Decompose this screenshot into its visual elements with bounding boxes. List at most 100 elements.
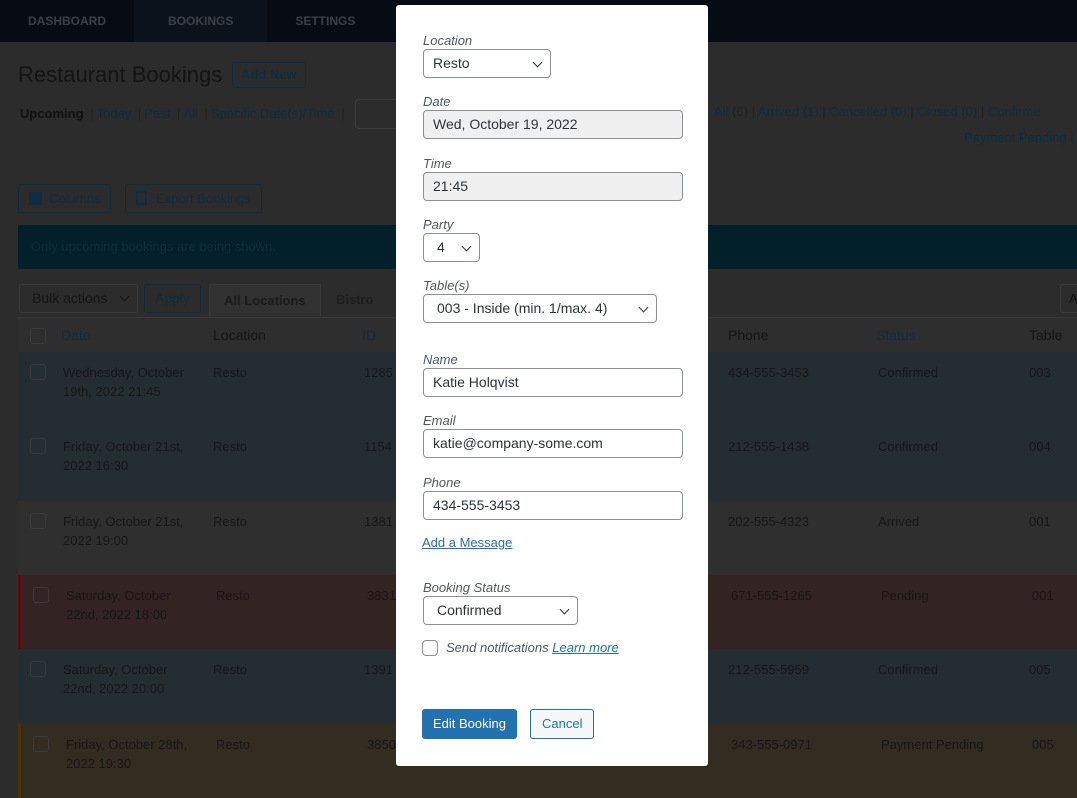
filter-today[interactable]: Today [97, 106, 132, 121]
email-input[interactable]: katie@company-some.com [423, 429, 683, 458]
tab-all-locations[interactable]: All Locations [209, 284, 321, 316]
nav-dashboard[interactable]: DASHBOARD [0, 0, 134, 42]
chevron-down-icon [559, 604, 570, 615]
cell-status: Payment Pending [881, 736, 984, 752]
cell-id: 1285 [364, 365, 393, 380]
status-filter-count: (0) [890, 104, 907, 119]
cell-table: 005 [1029, 662, 1051, 678]
status-filter-closed[interactable]: Closed (0) [917, 104, 977, 119]
booking-status-value: Confirmed [437, 602, 502, 618]
booking-status-select[interactable]: Confirmed [423, 596, 578, 625]
email-label: Email [423, 413, 456, 428]
status-filter-count: (0) [961, 104, 978, 119]
status-filters: All (6) | Arrived (1) | Cancelled (0) | … [714, 104, 1041, 119]
status-filter-arrived[interactable]: Arrived (1) [758, 104, 819, 119]
header-phone: Phone [728, 327, 769, 343]
header-location: Location [213, 327, 266, 343]
page-title: Restaurant Bookings [18, 62, 223, 87]
cell-date: Wednesday, October 19th, 2022 21:45 [63, 365, 184, 399]
time-label: Time [423, 156, 452, 171]
header-status[interactable]: Status [876, 327, 916, 343]
cell-id: 3850 [367, 736, 396, 752]
cell-date: Friday, October 28th, 2022 19:30 [66, 736, 188, 771]
cell-date: Saturday, October 22nd, 2022 20:00 [63, 662, 168, 697]
party-label: Party [423, 217, 454, 232]
bulk-actions-label: Bulk actions [32, 290, 108, 306]
cell-table: 004 [1029, 439, 1051, 455]
status-filter-label: Closed [917, 104, 958, 119]
filter-all[interactable]: All [183, 106, 197, 121]
party-select[interactable]: 4 [423, 233, 480, 262]
time-field[interactable]: 21:45 [423, 172, 683, 201]
right-toolbar-button[interactable]: A [1060, 284, 1077, 313]
cancel-button[interactable]: Cancel [530, 709, 595, 739]
chevron-down-icon [461, 241, 472, 252]
date-field[interactable]: Wed, October 19, 2022 [423, 110, 683, 139]
add-message-link[interactable]: Add a Message [422, 535, 512, 550]
bulk-actions-select[interactable]: Bulk actions [19, 284, 138, 313]
status-filter-cancelled[interactable]: Cancelled (0) [829, 104, 906, 119]
document-icon [136, 191, 147, 205]
learn-more-link[interactable]: Learn more [552, 640, 618, 655]
filter-past[interactable]: Past [144, 106, 170, 121]
row-checkbox[interactable] [33, 735, 49, 752]
add-new-button[interactable]: Add New [232, 62, 306, 88]
edit-booking-modal: Location Resto Date Wed, October 19, 202… [396, 5, 708, 766]
status-filter-label: All [714, 104, 729, 119]
cell-phone: 212-555-5959 [728, 662, 809, 678]
status-filter-payment-pending[interactable]: Payment Pending ( [964, 130, 1075, 145]
location-label: Location [423, 33, 473, 48]
phone-label: Phone [423, 475, 461, 490]
chevron-down-icon [532, 57, 543, 68]
cell-status: Arrived [878, 513, 920, 529]
header-table: Table [1029, 327, 1063, 343]
row-checkbox[interactable] [33, 586, 49, 603]
header-date[interactable]: Date [61, 327, 91, 343]
location-value: Resto [433, 55, 470, 71]
status-filter-label: Cancelled [829, 104, 888, 119]
header-id[interactable]: ID [362, 327, 376, 343]
tables-select[interactable]: 003 - Inside (min. 1/max. 4) [423, 294, 657, 323]
date-filter-input[interactable] [355, 99, 400, 129]
status-filter-count: (6) [732, 104, 748, 119]
columns-button[interactable]: Columns [18, 184, 112, 213]
send-notifications-checkbox[interactable] [422, 640, 438, 656]
date-filters: Upcoming | Today | Past | All | Specific Dat… [20, 106, 345, 121]
cell-location: Resto [213, 439, 247, 455]
apply-button[interactable]: Apply [144, 284, 202, 313]
name-input[interactable]: Katie Holqvist [423, 368, 683, 397]
date-label: Date [423, 94, 451, 109]
export-label: Export Bookings [156, 191, 251, 206]
status-filter-confirmed[interactable]: Confirme [988, 104, 1041, 119]
booking-status-label: Booking Status [423, 580, 511, 595]
export-bookings-button[interactable]: Export Bookings [125, 184, 262, 213]
status-filter-all[interactable]: All (6) [714, 104, 748, 119]
filter-upcoming[interactable]: Upcoming [20, 106, 84, 121]
columns-label: Columns [49, 191, 101, 206]
cell-id: 1154 [364, 439, 392, 455]
row-checkbox[interactable] [30, 438, 46, 455]
cell-id: 1381 [364, 513, 393, 529]
row-checkbox[interactable] [30, 512, 46, 529]
cell-location: Resto [216, 587, 250, 603]
cell-table: 005 [1032, 736, 1054, 752]
status-filter-count: (1) [802, 104, 819, 119]
nav-settings[interactable]: SETTINGS [267, 0, 383, 42]
cell-location: Resto [213, 513, 247, 529]
cell-table: 001 [1032, 587, 1054, 603]
chevron-down-icon [638, 302, 649, 313]
row-checkbox[interactable] [30, 661, 46, 678]
phone-input[interactable]: 434-555-3453 [423, 491, 683, 520]
cell-status: Confirmed [878, 662, 938, 678]
location-select[interactable]: Resto [423, 49, 551, 78]
nav-bookings[interactable]: BOOKINGS [134, 0, 268, 42]
row-checkbox[interactable] [30, 364, 46, 380]
cell-phone: 343-555-0971 [731, 736, 812, 752]
tables-label: Table(s) [423, 278, 470, 293]
cell-status: Pending [881, 587, 929, 603]
tab-bistro[interactable]: Bistro [322, 284, 388, 316]
edit-booking-button[interactable]: Edit Booking [422, 709, 517, 739]
filter-specific[interactable]: Specific Date(s)/Time [211, 106, 335, 121]
select-all-checkbox[interactable] [30, 328, 46, 344]
name-label: Name [423, 352, 458, 367]
